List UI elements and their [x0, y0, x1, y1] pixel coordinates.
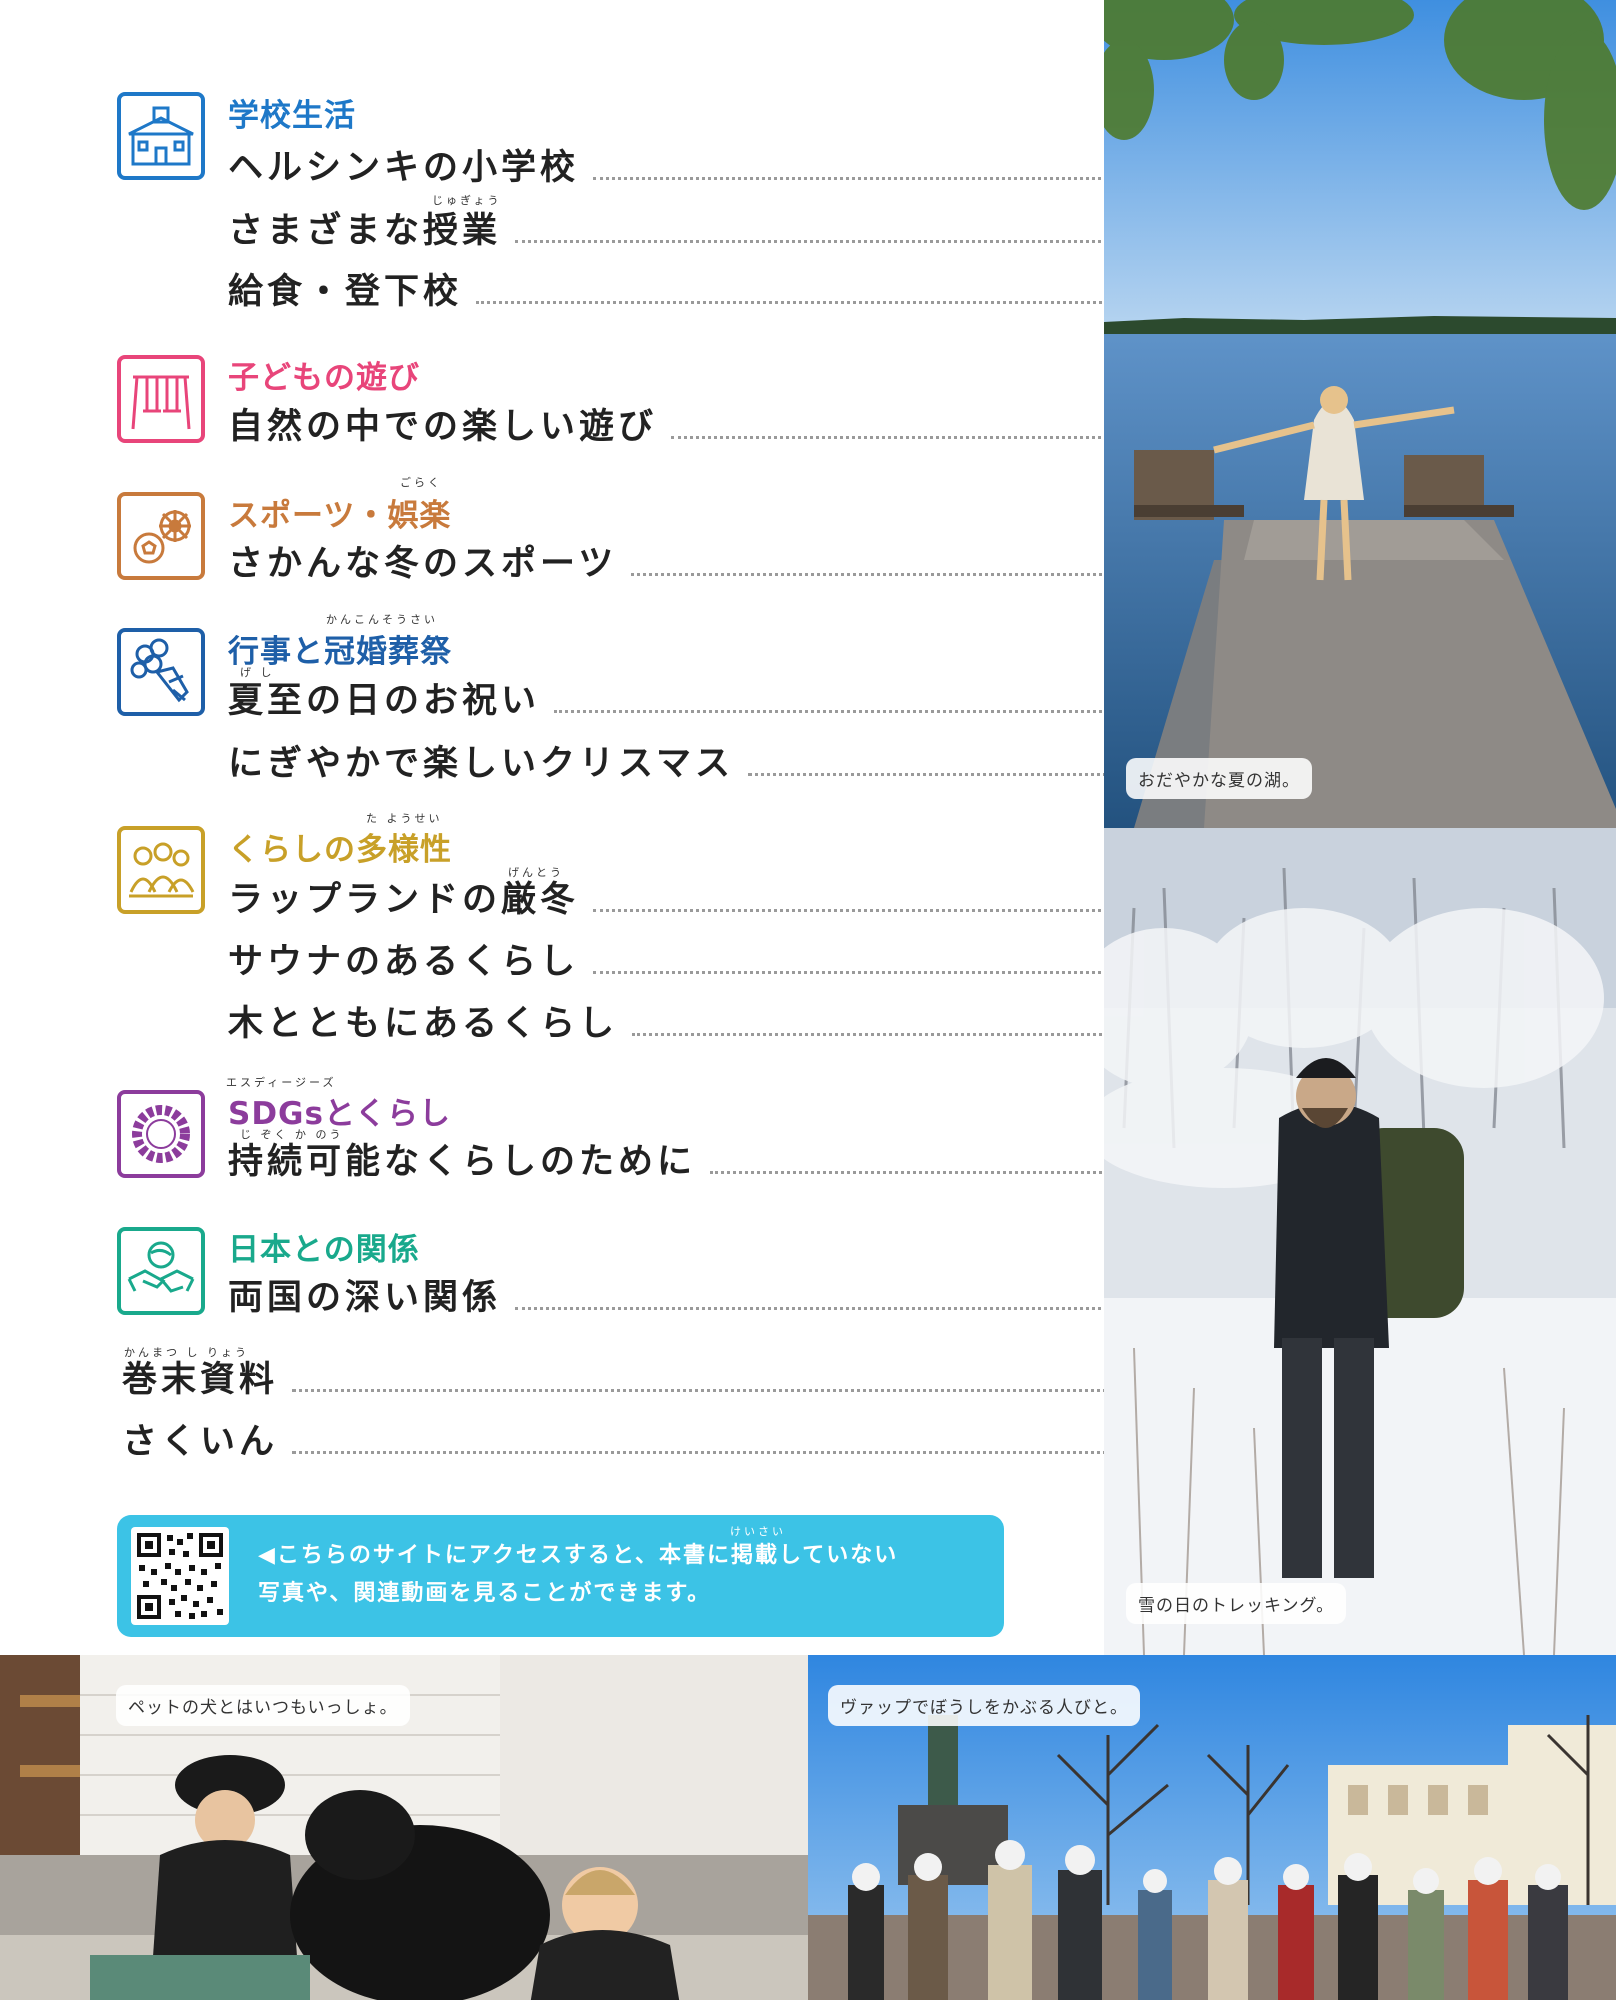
- caption-lake: おだやかな夏の湖。: [1126, 758, 1312, 799]
- info-line-2: 写真や、関連動画を見ることができます。: [258, 1581, 712, 1606]
- caption-dog: ペットの犬とはいつもいっしょ。: [116, 1685, 410, 1726]
- ruby-geshi: げ し: [240, 666, 275, 679]
- section-title-diversity: くらしの多様性: [228, 832, 452, 868]
- swing-icon: [117, 355, 205, 443]
- sdgs-wheel-icon: [117, 1090, 205, 1178]
- ruby-goraku: ごらく: [400, 476, 442, 489]
- photo-snow-trekking: 雪の日のトレッキング。: [1104, 828, 1616, 1655]
- ruby-jugyou: じゅぎょう: [432, 194, 502, 207]
- info-line-1: ◀こちらのサイトにアクセスすると、本書に掲載していない: [258, 1543, 899, 1568]
- section-title-sports: スポーツ・娯楽: [228, 498, 452, 534]
- section-title-japan: 日本との関係: [228, 1232, 420, 1268]
- section-title-school: 学校生活: [228, 98, 356, 134]
- caption-vappu: ヴァップでぼうしをかぶる人びと。: [828, 1685, 1140, 1726]
- bouquet-icon: [117, 628, 205, 716]
- people-icon: [117, 826, 205, 914]
- school-icon: [117, 92, 205, 180]
- qr-code[interactable]: [131, 1527, 229, 1625]
- sports-icon: [117, 492, 205, 580]
- caption-snow: 雪の日のトレッキング。: [1126, 1583, 1347, 1624]
- photo-pet-dog: ペットの犬とはいつもいっしょ。: [0, 1655, 808, 2000]
- table-of-contents: 学校生活 ヘルシンキの小学校24 じゅぎょう さまざまな授業26 給食・登下校2…: [0, 0, 1480, 1655]
- photo-vappu: ヴァップでぼうしをかぶる人びと。: [808, 1655, 1616, 2000]
- handshake-icon: [117, 1227, 205, 1315]
- ruby-kankonsousai: かんこんそうさい: [326, 613, 438, 626]
- section-title-play: 子どもの遊び: [228, 360, 420, 396]
- photo-lake: おだやかな夏の湖。: [1104, 0, 1616, 828]
- info-text: ◀こちらのサイトにアクセスすると、本書に掲載していない 写真や、関連動画を見るこ…: [258, 1537, 978, 1613]
